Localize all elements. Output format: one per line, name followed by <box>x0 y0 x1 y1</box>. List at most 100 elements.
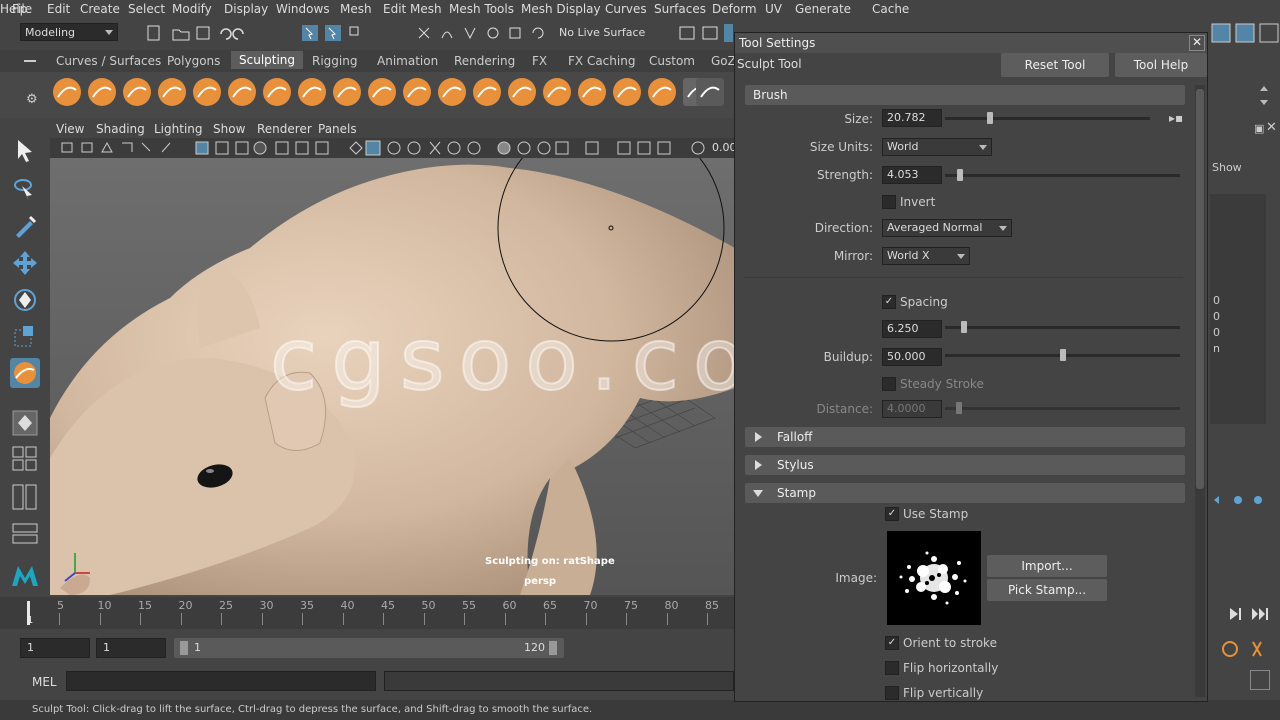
scrape-tool-icon[interactable] <box>438 78 466 106</box>
viewport-toolbar-icons[interactable] <box>58 138 718 158</box>
menu-mesh-tools[interactable]: Mesh Tools <box>449 2 514 16</box>
viewport-menu-lighting[interactable]: Lighting <box>154 122 203 136</box>
shelf-options-gear-icon[interactable]: ⚙ <box>26 92 38 107</box>
flip-vertically-checkbox[interactable] <box>885 686 899 700</box>
script-editor-icon[interactable] <box>1250 670 1270 690</box>
menu-windows[interactable]: Windows <box>276 2 330 16</box>
menu-surfaces[interactable]: Surfaces <box>654 2 706 16</box>
pinch-tool-icon[interactable] <box>193 78 221 106</box>
size-slider-handle[interactable] <box>987 112 993 124</box>
channel-value[interactable]: 0 <box>1213 294 1220 307</box>
size-slider[interactable] <box>945 117 1150 120</box>
snap-icons[interactable] <box>415 24 550 42</box>
range-slider[interactable]: 1 120 <box>174 638 564 658</box>
steady-stroke-checkbox[interactable] <box>882 377 896 391</box>
close-icon[interactable]: ✕ <box>1189 35 1205 51</box>
spacing-slider-handle[interactable] <box>961 321 967 333</box>
viewport-menu-shading[interactable]: Shading <box>96 122 145 136</box>
direction-dropdown[interactable]: Averaged Normal <box>882 219 1012 237</box>
shelf-tab-goz[interactable]: GoZ <box>711 54 736 68</box>
tool-help-button[interactable]: Tool Help <box>1115 53 1207 77</box>
float-panel-icon[interactable]: ▣ <box>1254 122 1264 135</box>
bulge-tool-icon[interactable] <box>578 78 606 106</box>
viewport-menu-panels[interactable]: Panels <box>318 122 357 136</box>
smooth-tool-icon[interactable] <box>88 78 116 106</box>
repeat-tool-icon[interactable] <box>333 78 361 106</box>
strength-field[interactable]: 4.053 <box>882 166 942 184</box>
shelf-tab-animation[interactable]: Animation <box>377 54 438 68</box>
paint-select-tool-icon[interactable] <box>10 211 40 241</box>
buildup-field[interactable]: 50.000 <box>882 348 942 366</box>
shelf-tab-rendering[interactable]: Rendering <box>454 54 515 68</box>
viewport-menu-show[interactable]: Show <box>213 122 245 136</box>
shelf-tab-custom[interactable]: Custom <box>649 54 695 68</box>
panel-layout-icons[interactable] <box>1210 20 1280 46</box>
wax-tool-icon[interactable] <box>403 78 431 106</box>
channel-list[interactable]: 0 0 0 n <box>1210 194 1266 424</box>
relax-tool-icon[interactable] <box>123 78 151 106</box>
amplify-tool-icon[interactable] <box>613 78 641 106</box>
layout-quad-icon[interactable] <box>10 444 40 474</box>
menu-mesh[interactable]: Mesh <box>340 2 372 16</box>
use-stamp-checkbox[interactable]: ✓ <box>885 507 899 521</box>
mirror-dropdown[interactable]: World X <box>882 247 970 265</box>
menu-edit[interactable]: Edit <box>47 2 70 16</box>
spray-tool-icon[interactable] <box>298 78 326 106</box>
falloff-section-header[interactable]: Falloff <box>745 427 1185 447</box>
menu-display[interactable]: Display <box>224 2 268 16</box>
lasso-tool-icon[interactable] <box>10 174 40 204</box>
scroll-down-icon[interactable] <box>1260 100 1268 105</box>
stamp-section-header[interactable]: Stamp <box>745 483 1185 503</box>
layout-split-icon[interactable] <box>10 482 40 512</box>
orient-to-stroke-checkbox[interactable]: ✓ <box>885 636 899 650</box>
smear-tool-icon[interactable] <box>543 78 571 106</box>
select-tool-icon[interactable] <box>10 136 40 166</box>
knife-tool-icon[interactable] <box>508 78 536 106</box>
stylus-section-header[interactable]: Stylus <box>745 455 1185 475</box>
distance-field[interactable]: 4.0000 <box>882 400 942 418</box>
scroll-up-icon[interactable] <box>1260 86 1268 91</box>
file-icons-group[interactable] <box>145 24 255 42</box>
grab-tool-icon[interactable] <box>158 78 186 106</box>
shelf-tab-fx-caching[interactable]: FX Caching <box>568 54 635 68</box>
render-icons[interactable] <box>678 24 733 42</box>
channel-value[interactable]: n <box>1213 342 1220 355</box>
menu-curves[interactable]: Curves <box>605 2 647 16</box>
mel-label[interactable]: MEL <box>32 675 57 689</box>
prefs-icons[interactable] <box>1208 638 1280 660</box>
layer-icons[interactable] <box>1208 492 1280 508</box>
viewport-menu-view[interactable]: View <box>56 122 84 136</box>
shelf-tab-rigging[interactable]: Rigging <box>312 54 357 68</box>
size-units-dropdown[interactable]: World <box>882 138 992 156</box>
stamp-image-preview[interactable] <box>887 531 981 625</box>
scrollbar-thumb[interactable] <box>1196 89 1204 489</box>
brush-section-header[interactable]: Brush <box>745 85 1185 105</box>
menu-create[interactable]: Create <box>80 2 120 16</box>
menu-set-dropdown[interactable]: Modeling <box>20 23 118 41</box>
menu-uv[interactable]: UV <box>765 2 782 16</box>
scale-tool-icon[interactable] <box>10 322 40 352</box>
mel-input[interactable] <box>66 671 376 691</box>
shelf-tab-polygons[interactable]: Polygons <box>167 54 220 68</box>
foamy-tool-icon[interactable] <box>263 78 291 106</box>
tool-settings-scrollbar[interactable] <box>1195 85 1205 697</box>
menu-help[interactable]: Help <box>0 2 27 16</box>
spacing-checkbox[interactable]: ✓ <box>882 295 896 309</box>
last-tool-icon[interactable] <box>10 408 40 438</box>
tool-settings-titlebar[interactable]: Tool Settings ✕ <box>735 33 1207 53</box>
import-stamp-button[interactable]: Import... <box>987 555 1107 577</box>
reset-tool-button[interactable]: Reset Tool <box>1001 53 1109 77</box>
menu-select[interactable]: Select <box>128 2 165 16</box>
freeze-tool-icon[interactable] <box>648 78 676 106</box>
show-menu[interactable]: Show <box>1212 161 1242 174</box>
range-end-handle[interactable] <box>549 641 557 655</box>
channel-value[interactable]: 0 <box>1213 310 1220 323</box>
time-slider[interactable]: 1 5 10 15 20 25 30 35 40 45 50 55 60 65 70 75 80 85 <box>0 597 735 629</box>
shelf-menu-icon[interactable] <box>24 60 36 62</box>
exposure-value[interactable]: 0.00 <box>712 141 737 154</box>
live-surface-field[interactable]: No Live Surface <box>555 24 665 42</box>
distance-slider[interactable] <box>945 407 1180 410</box>
shelf-tab-sculpting[interactable]: Sculpting <box>231 51 304 69</box>
playback-controls[interactable] <box>1208 605 1280 623</box>
fill-tool-icon[interactable] <box>473 78 501 106</box>
